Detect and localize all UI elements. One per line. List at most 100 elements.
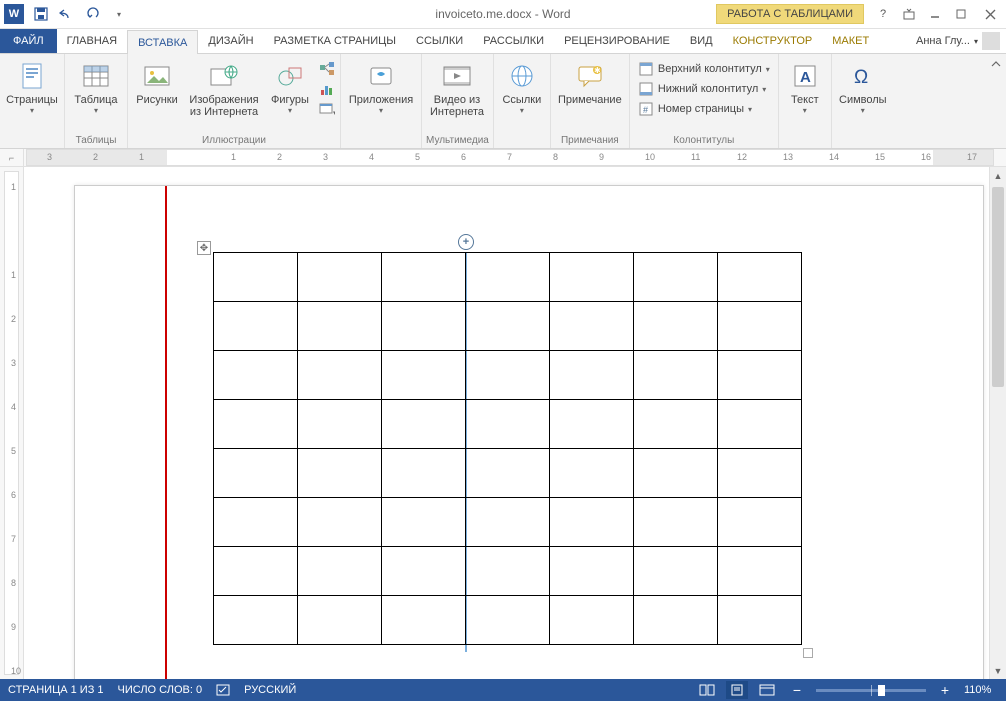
tab-mailings[interactable]: РАССЫЛКИ	[473, 29, 554, 53]
close-button[interactable]	[974, 4, 1006, 24]
table-cell[interactable]	[382, 547, 466, 596]
table-cell[interactable]	[634, 498, 718, 547]
tab-table-layout[interactable]: МАКЕТ	[822, 29, 879, 53]
table-row[interactable]	[214, 400, 802, 449]
links-button[interactable]: Ссылки ▾	[498, 58, 546, 117]
ruler-vertical[interactable]: 112345678910	[0, 167, 24, 679]
table-cell[interactable]	[214, 400, 298, 449]
qat-customize-button[interactable]: ▾	[107, 2, 131, 26]
table-cell[interactable]	[634, 547, 718, 596]
table-cell[interactable]	[298, 596, 382, 645]
status-word-count[interactable]: ЧИСЛО СЛОВ: 0	[118, 684, 203, 696]
undo-button[interactable]	[55, 2, 79, 26]
footer-button[interactable]: Нижний колонтитул▾	[634, 80, 774, 98]
tab-file[interactable]: ФАЙЛ	[0, 29, 57, 53]
table-cell[interactable]	[298, 351, 382, 400]
symbols-button[interactable]: Ω Символы ▾	[836, 58, 890, 117]
table-cell[interactable]	[466, 449, 550, 498]
tab-review[interactable]: РЕЦЕНЗИРОВАНИЕ	[554, 29, 680, 53]
table-cell[interactable]	[382, 302, 466, 351]
table-cell[interactable]	[298, 547, 382, 596]
redo-button[interactable]	[81, 2, 105, 26]
zoom-level[interactable]: 110%	[964, 684, 998, 696]
table-cell[interactable]	[550, 498, 634, 547]
scroll-thumb[interactable]	[992, 187, 1004, 387]
table-row[interactable]	[214, 253, 802, 302]
table-cell[interactable]	[214, 596, 298, 645]
apps-button[interactable]: Приложения ▾	[345, 58, 417, 117]
table-cell[interactable]	[634, 400, 718, 449]
shapes-button[interactable]: Фигуры ▾	[266, 58, 314, 117]
pictures-button[interactable]: Рисунки	[132, 58, 182, 108]
table-row[interactable]	[214, 449, 802, 498]
table-cell[interactable]	[718, 253, 802, 302]
zoom-slider[interactable]	[816, 689, 926, 692]
tab-page-layout[interactable]: РАЗМЕТКА СТРАНИЦЫ	[264, 29, 406, 53]
table-cell[interactable]	[550, 449, 634, 498]
table-cell[interactable]	[298, 253, 382, 302]
table-cell[interactable]	[298, 302, 382, 351]
table-cell[interactable]	[466, 351, 550, 400]
tab-design[interactable]: ДИЗАЙН	[198, 29, 263, 53]
table-cell[interactable]	[550, 351, 634, 400]
table-cell[interactable]	[550, 302, 634, 351]
table-cell[interactable]	[382, 449, 466, 498]
screenshot-button[interactable]: ▾	[318, 100, 336, 118]
table-cell[interactable]	[634, 302, 718, 351]
table-resize-handle[interactable]	[803, 648, 813, 658]
table-cell[interactable]	[466, 400, 550, 449]
tab-table-design[interactable]: КОНСТРУКТОР	[723, 29, 823, 53]
table-cell[interactable]	[550, 596, 634, 645]
table-move-handle[interactable]: ✥	[197, 241, 211, 255]
view-print-layout[interactable]	[726, 681, 748, 699]
view-read-mode[interactable]	[696, 681, 718, 699]
online-video-button[interactable]: Видео из Интернета	[426, 58, 488, 120]
table-cell[interactable]	[466, 547, 550, 596]
document-canvas[interactable]: ✥ +	[24, 167, 989, 679]
scrollbar-vertical[interactable]: ▲ ▼	[989, 167, 1006, 679]
table-cell[interactable]	[550, 400, 634, 449]
table-cell[interactable]	[550, 547, 634, 596]
tab-references[interactable]: ССЫЛКИ	[406, 29, 473, 53]
table-cell[interactable]	[466, 498, 550, 547]
table-cell[interactable]	[214, 302, 298, 351]
table-cell[interactable]	[382, 400, 466, 449]
table-button[interactable]: Таблица ▾	[69, 58, 123, 117]
table-row[interactable]	[214, 547, 802, 596]
table-cell[interactable]	[718, 547, 802, 596]
table-cell[interactable]	[634, 449, 718, 498]
help-button[interactable]: ?	[870, 4, 896, 24]
table-cell[interactable]	[214, 547, 298, 596]
tab-insert[interactable]: ВСТАВКА	[127, 30, 198, 54]
table-cell[interactable]	[382, 498, 466, 547]
table-cell[interactable]	[718, 449, 802, 498]
chart-button[interactable]	[318, 80, 336, 98]
table-cell[interactable]	[718, 596, 802, 645]
online-pictures-button[interactable]: Изображения из Интернета	[186, 58, 262, 120]
table-cell[interactable]	[466, 302, 550, 351]
page-number-button[interactable]: # Номер страницы▾	[634, 100, 774, 118]
comment-button[interactable]: ✱ Примечание	[555, 58, 625, 108]
table-row[interactable]	[214, 351, 802, 400]
ribbon-display-button[interactable]	[896, 4, 922, 24]
status-spellcheck[interactable]	[216, 683, 230, 697]
status-language[interactable]: РУССКИЙ	[244, 684, 296, 696]
table-cell[interactable]	[634, 596, 718, 645]
table-cell[interactable]	[718, 498, 802, 547]
table-cell[interactable]	[298, 498, 382, 547]
collapse-ribbon-button[interactable]	[986, 54, 1006, 148]
save-button[interactable]	[29, 2, 53, 26]
user-account[interactable]: Анна Глу... ▾	[916, 29, 1006, 53]
smartart-button[interactable]	[318, 60, 336, 78]
maximize-button[interactable]	[948, 4, 974, 24]
tab-home[interactable]: ГЛАВНАЯ	[57, 29, 127, 53]
view-web-layout[interactable]	[756, 681, 778, 699]
minimize-button[interactable]	[922, 4, 948, 24]
tab-view[interactable]: ВИД	[680, 29, 723, 53]
table-row[interactable]	[214, 498, 802, 547]
table-cell[interactable]	[214, 351, 298, 400]
scroll-up-button[interactable]: ▲	[990, 167, 1006, 184]
pages-button[interactable]: Страницы ▾	[4, 58, 60, 117]
table-cell[interactable]	[214, 498, 298, 547]
table-cell[interactable]	[550, 253, 634, 302]
